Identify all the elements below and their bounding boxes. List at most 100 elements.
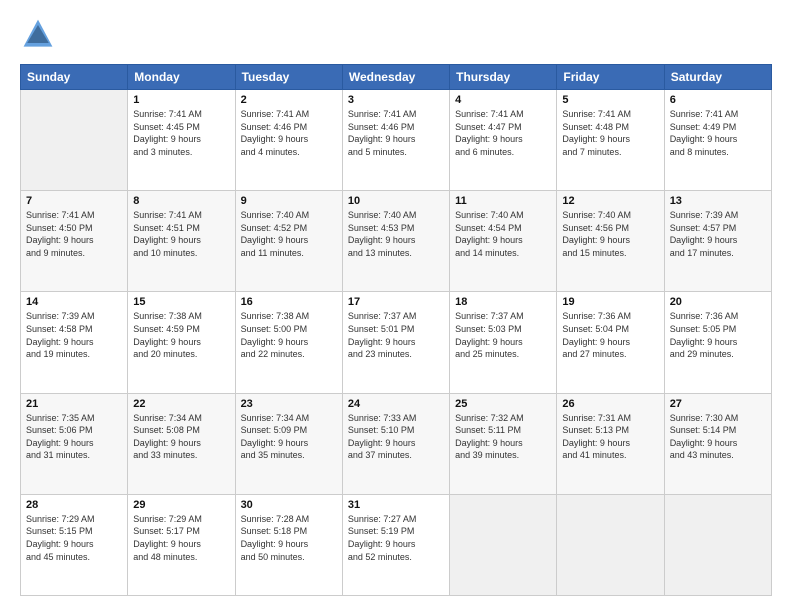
calendar-cell: 19 Sunrise: 7:36 AM Sunset: 5:04 PM Dayli…	[557, 292, 664, 393]
calendar-cell: 3Sunrise: 7:41 AM Sunset: 4:46 PM Daylig…	[342, 90, 449, 191]
calendar-cell: 26Sunrise: 7:31 AM Sunset: 5:13 PM Dayli…	[557, 393, 664, 494]
calendar-cell: 5 Sunrise: 7:41 AM Sunset: 4:48 PM Daylig…	[557, 90, 664, 191]
calendar-cell: 18Sunrise: 7:37 AM Sunset: 5:03 PM Dayli…	[450, 292, 557, 393]
day-number: 1	[133, 94, 229, 106]
calendar-week-row: 28Sunrise: 7:29 AM Sunset: 5:15 PM Dayli…	[21, 494, 772, 595]
day-number: 21	[26, 398, 122, 410]
day-number: 17	[348, 296, 444, 308]
calendar-cell: 17 Sunrise: 7:37 AM Sunset: 5:01 PM Dayli…	[342, 292, 449, 393]
day-info: Sunrise: 7:29 AM Sunset: 5:17 PM Dayligh…	[133, 513, 229, 563]
day-info: Sunrise: 7:39 AM Sunset: 4:58 PM Dayligh…	[26, 310, 122, 360]
calendar-cell: 8Sunrise: 7:41 AM Sunset: 4:51 PM Daylig…	[128, 191, 235, 292]
calendar-cell	[21, 90, 128, 191]
day-number: 10	[348, 195, 444, 207]
day-number: 6	[670, 94, 766, 106]
calendar-cell: 11Sunrise: 7:40 AM Sunset: 4:54 PM Dayli…	[450, 191, 557, 292]
day-number: 7	[26, 195, 122, 207]
calendar-header-row: SundayMondayTuesdayWednesdayThursdayFrid…	[21, 65, 772, 90]
calendar-cell: 25 Sunrise: 7:32 AM Sunset: 5:11 PM Dayli…	[450, 393, 557, 494]
calendar-cell: 15 Sunrise: 7:38 AM Sunset: 4:59 PM Dayli…	[128, 292, 235, 393]
calendar-cell	[557, 494, 664, 595]
day-of-week-header: Friday	[557, 65, 664, 90]
day-of-week-header: Wednesday	[342, 65, 449, 90]
day-of-week-header: Saturday	[664, 65, 771, 90]
day-info: Sunrise: 7:27 AM Sunset: 5:19 PM Dayligh…	[348, 513, 444, 563]
calendar-cell: 27 Sunrise: 7:30 AM Sunset: 5:14 PM Dayli…	[664, 393, 771, 494]
calendar-cell: 21 Sunrise: 7:35 AM Sunset: 5:06 PM Dayli…	[21, 393, 128, 494]
page: SundayMondayTuesdayWednesdayThursdayFrid…	[0, 0, 792, 612]
day-number: 25	[455, 398, 551, 410]
day-info: Sunrise: 7:32 AM Sunset: 5:11 PM Dayligh…	[455, 412, 551, 462]
day-info: Sunrise: 7:41 AM Sunset: 4:46 PM Dayligh…	[241, 108, 337, 158]
day-number: 20	[670, 296, 766, 308]
logo-icon	[20, 16, 56, 52]
day-info: Sunrise: 7:35 AM Sunset: 5:06 PM Dayligh…	[26, 412, 122, 462]
calendar-cell: 16 Sunrise: 7:38 AM Sunset: 5:00 PM Dayli…	[235, 292, 342, 393]
day-number: 5	[562, 94, 658, 106]
day-info: Sunrise: 7:41 AM Sunset: 4:49 PM Dayligh…	[670, 108, 766, 158]
calendar-cell: 6 Sunrise: 7:41 AM Sunset: 4:49 PM Daylig…	[664, 90, 771, 191]
day-of-week-header: Monday	[128, 65, 235, 90]
calendar-cell: 12 Sunrise: 7:40 AM Sunset: 4:56 PM Dayli…	[557, 191, 664, 292]
day-info: Sunrise: 7:33 AM Sunset: 5:10 PM Dayligh…	[348, 412, 444, 462]
day-info: Sunrise: 7:36 AM Sunset: 5:05 PM Dayligh…	[670, 310, 766, 360]
calendar-cell: 30 Sunrise: 7:28 AM Sunset: 5:18 PM Dayli…	[235, 494, 342, 595]
calendar-cell: 1Sunrise: 7:41 AM Sunset: 4:45 PM Daylig…	[128, 90, 235, 191]
calendar-cell	[664, 494, 771, 595]
day-info: Sunrise: 7:38 AM Sunset: 5:00 PM Dayligh…	[241, 310, 337, 360]
calendar-cell: 9 Sunrise: 7:40 AM Sunset: 4:52 PM Daylig…	[235, 191, 342, 292]
calendar-cell	[450, 494, 557, 595]
day-number: 4	[455, 94, 551, 106]
day-number: 23	[241, 398, 337, 410]
calendar-week-row: 21 Sunrise: 7:35 AM Sunset: 5:06 PM Dayli…	[21, 393, 772, 494]
day-number: 8	[133, 195, 229, 207]
day-info: Sunrise: 7:36 AM Sunset: 5:04 PM Dayligh…	[562, 310, 658, 360]
day-info: Sunrise: 7:41 AM Sunset: 4:50 PM Dayligh…	[26, 209, 122, 259]
day-info: Sunrise: 7:39 AM Sunset: 4:57 PM Dayligh…	[670, 209, 766, 259]
header	[20, 16, 772, 52]
day-number: 19	[562, 296, 658, 308]
day-number: 24	[348, 398, 444, 410]
calendar-cell: 24 Sunrise: 7:33 AM Sunset: 5:10 PM Dayli…	[342, 393, 449, 494]
calendar-cell: 22 Sunrise: 7:34 AM Sunset: 5:08 PM Dayli…	[128, 393, 235, 494]
day-number: 15	[133, 296, 229, 308]
day-info: Sunrise: 7:38 AM Sunset: 4:59 PM Dayligh…	[133, 310, 229, 360]
day-number: 31	[348, 499, 444, 511]
calendar-cell: 10 Sunrise: 7:40 AM Sunset: 4:53 PM Dayli…	[342, 191, 449, 292]
calendar-cell: 7 Sunrise: 7:41 AM Sunset: 4:50 PM Daylig…	[21, 191, 128, 292]
day-info: Sunrise: 7:30 AM Sunset: 5:14 PM Dayligh…	[670, 412, 766, 462]
calendar-week-row: 7 Sunrise: 7:41 AM Sunset: 4:50 PM Daylig…	[21, 191, 772, 292]
calendar-cell: 13Sunrise: 7:39 AM Sunset: 4:57 PM Dayli…	[664, 191, 771, 292]
calendar-cell: 23 Sunrise: 7:34 AM Sunset: 5:09 PM Dayli…	[235, 393, 342, 494]
day-number: 22	[133, 398, 229, 410]
day-info: Sunrise: 7:40 AM Sunset: 4:53 PM Dayligh…	[348, 209, 444, 259]
day-number: 12	[562, 195, 658, 207]
day-info: Sunrise: 7:41 AM Sunset: 4:48 PM Dayligh…	[562, 108, 658, 158]
day-info: Sunrise: 7:37 AM Sunset: 5:01 PM Dayligh…	[348, 310, 444, 360]
calendar-cell: 28Sunrise: 7:29 AM Sunset: 5:15 PM Dayli…	[21, 494, 128, 595]
calendar-week-row: 14 Sunrise: 7:39 AM Sunset: 4:58 PM Dayli…	[21, 292, 772, 393]
day-info: Sunrise: 7:40 AM Sunset: 4:52 PM Dayligh…	[241, 209, 337, 259]
day-info: Sunrise: 7:34 AM Sunset: 5:08 PM Dayligh…	[133, 412, 229, 462]
day-number: 29	[133, 499, 229, 511]
day-number: 9	[241, 195, 337, 207]
logo	[20, 16, 60, 52]
calendar-cell: 20 Sunrise: 7:36 AM Sunset: 5:05 PM Dayli…	[664, 292, 771, 393]
day-number: 27	[670, 398, 766, 410]
day-number: 30	[241, 499, 337, 511]
day-info: Sunrise: 7:28 AM Sunset: 5:18 PM Dayligh…	[241, 513, 337, 563]
day-info: Sunrise: 7:41 AM Sunset: 4:47 PM Dayligh…	[455, 108, 551, 158]
day-info: Sunrise: 7:40 AM Sunset: 4:56 PM Dayligh…	[562, 209, 658, 259]
day-info: Sunrise: 7:34 AM Sunset: 5:09 PM Dayligh…	[241, 412, 337, 462]
day-info: Sunrise: 7:31 AM Sunset: 5:13 PM Dayligh…	[562, 412, 658, 462]
day-number: 16	[241, 296, 337, 308]
day-number: 3	[348, 94, 444, 106]
calendar-cell: 29 Sunrise: 7:29 AM Sunset: 5:17 PM Dayli…	[128, 494, 235, 595]
calendar-cell: 2Sunrise: 7:41 AM Sunset: 4:46 PM Daylig…	[235, 90, 342, 191]
day-number: 14	[26, 296, 122, 308]
day-info: Sunrise: 7:40 AM Sunset: 4:54 PM Dayligh…	[455, 209, 551, 259]
day-info: Sunrise: 7:37 AM Sunset: 5:03 PM Dayligh…	[455, 310, 551, 360]
day-of-week-header: Thursday	[450, 65, 557, 90]
calendar-cell: 14 Sunrise: 7:39 AM Sunset: 4:58 PM Dayli…	[21, 292, 128, 393]
calendar-cell: 4 Sunrise: 7:41 AM Sunset: 4:47 PM Daylig…	[450, 90, 557, 191]
